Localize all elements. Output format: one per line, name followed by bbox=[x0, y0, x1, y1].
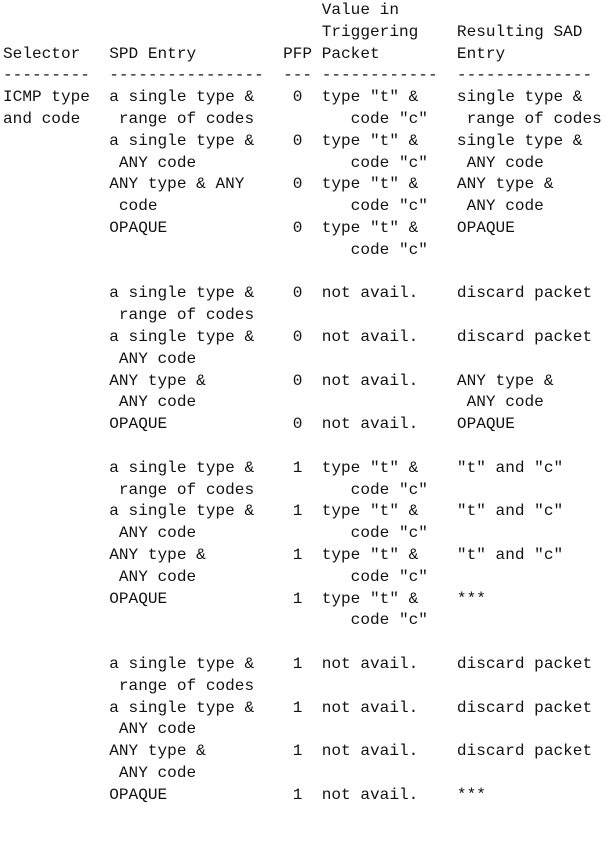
table-row: code code "c" ANY code bbox=[3, 197, 544, 216]
table-row: ANY type & 1 type "t" & "t" and "c" bbox=[3, 545, 564, 564]
table-row: a single type & 1 type "t" & "t" and "c" bbox=[3, 502, 564, 521]
table-row: a single type & 1 not avail. discard pac… bbox=[3, 698, 593, 717]
table-row: ANY type & 0 not avail. ANY type & bbox=[3, 371, 554, 390]
table-row: ANY code code "c" bbox=[3, 567, 428, 586]
table-row: a single type & 0 type "t" & single type… bbox=[3, 131, 583, 150]
table-row: a single type & 0 not avail. discard pac… bbox=[3, 284, 593, 303]
table-row: ANY type & 1 not avail. discard packet bbox=[3, 742, 593, 761]
table-row: OPAQUE 1 not avail. *** bbox=[3, 785, 486, 804]
table-row: OPAQUE 1 type "t" & *** bbox=[3, 589, 486, 608]
header-line-1: Value in bbox=[3, 1, 399, 19]
icmp-selector-table: Value in Triggering Resulting SAD Selecto… bbox=[3, 0, 602, 806]
table-row: ANY code ANY code bbox=[3, 393, 544, 412]
header-rule-line: --------- ---------------- --- ---------… bbox=[3, 66, 593, 85]
group-separator bbox=[3, 436, 602, 458]
table-row: code "c" bbox=[3, 611, 428, 630]
table-row: ANY code bbox=[3, 349, 197, 368]
header-line-3: Selector SPD Entry PFP Packet Entry bbox=[3, 44, 506, 63]
group-separator bbox=[3, 262, 602, 284]
document-page: Value in Triggering Resulting SAD Selecto… bbox=[0, 0, 605, 863]
group-separator bbox=[3, 632, 602, 654]
table-row: ANY code bbox=[3, 720, 197, 739]
table-row: ANY code code "c" ANY code bbox=[3, 153, 544, 172]
table-row: code "c" bbox=[3, 240, 428, 259]
table-row: OPAQUE 0 not avail. OPAQUE bbox=[3, 415, 515, 434]
table-row: OPAQUE 0 type "t" & OPAQUE bbox=[3, 218, 515, 237]
header-line-2: Triggering Resulting SAD bbox=[3, 22, 583, 41]
table-row: and code range of codes code "c" range o… bbox=[3, 109, 602, 128]
table-row: range of codes bbox=[3, 676, 255, 695]
table-row: range of codes bbox=[3, 306, 255, 325]
table-row: ANY code bbox=[3, 763, 197, 782]
table-row: a single type & 1 not avail. discard pac… bbox=[3, 654, 593, 673]
table-row: ICMP type a single type & 0 type "t" & s… bbox=[3, 88, 583, 107]
table-row: range of codes code "c" bbox=[3, 480, 428, 499]
table-row: a single type & 1 type "t" & "t" and "c" bbox=[3, 458, 564, 477]
table-row: ANY type & ANY 0 type "t" & ANY type & bbox=[3, 175, 554, 194]
table-row: a single type & 0 not avail. discard pac… bbox=[3, 327, 593, 346]
table-row: ANY code code "c" bbox=[3, 524, 428, 543]
